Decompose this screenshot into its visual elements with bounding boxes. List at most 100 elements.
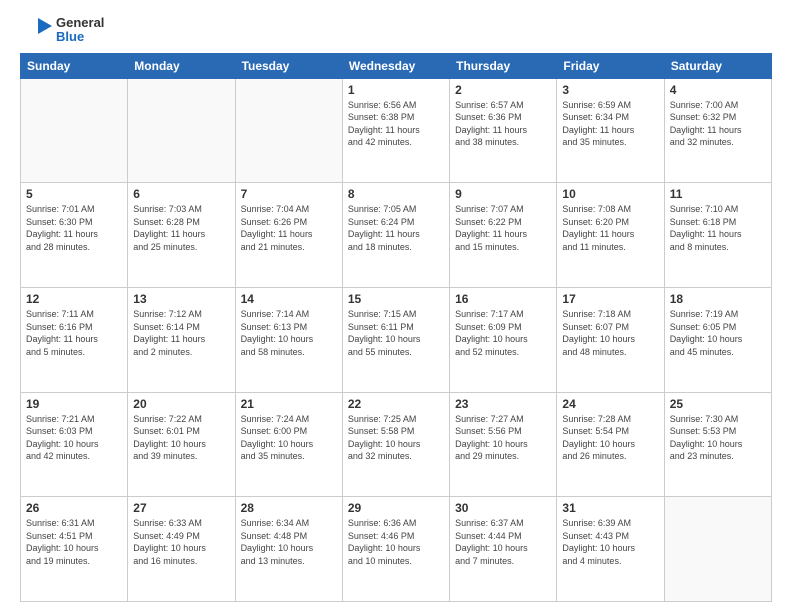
day-number: 12 [26, 292, 122, 306]
week-row-5: 26Sunrise: 6:31 AM Sunset: 4:51 PM Dayli… [21, 497, 772, 602]
day-number: 4 [670, 83, 766, 97]
weekday-header-saturday: Saturday [664, 53, 771, 78]
weekday-header-sunday: Sunday [21, 53, 128, 78]
day-info: Sunrise: 7:28 AM Sunset: 5:54 PM Dayligh… [562, 413, 658, 463]
calendar: SundayMondayTuesdayWednesdayThursdayFrid… [20, 53, 772, 602]
calendar-cell: 19 Sunrise: 7:21 AM Sunset: 6:03 PM Dayli… [21, 392, 128, 497]
calendar-cell: 17 Sunrise: 7:18 AM Sunset: 6:07 PM Dayli… [557, 287, 664, 392]
calendar-cell: 23Sunrise: 7:27 AM Sunset: 5:56 PM Dayli… [450, 392, 557, 497]
page: GeneralBlue SundayMondayTuesdayWednesday… [0, 0, 792, 612]
calendar-cell: 11Sunrise: 7:10 AM Sunset: 6:18 PM Dayli… [664, 183, 771, 288]
day-number: 13 [133, 292, 229, 306]
day-number: 20 [133, 397, 229, 411]
calendar-cell: 16Sunrise: 7:17 AM Sunset: 6:09 PM Dayli… [450, 287, 557, 392]
day-info: Sunrise: 7:24 AM Sunset: 6:00 PM Dayligh… [241, 413, 337, 463]
day-number: 25 [670, 397, 766, 411]
day-number: 8 [348, 187, 444, 201]
day-info: Sunrise: 7:04 AM Sunset: 6:26 PM Dayligh… [241, 203, 337, 253]
day-number: 5 [26, 187, 122, 201]
day-number: 29 [348, 501, 444, 515]
calendar-table: SundayMondayTuesdayWednesdayThursdayFrid… [20, 53, 772, 602]
day-info: Sunrise: 7:18 AM Sunset: 6:07 PM Dayligh… [562, 308, 658, 358]
day-info: Sunrise: 7:10 AM Sunset: 6:18 PM Dayligh… [670, 203, 766, 253]
calendar-cell: 9 Sunrise: 7:07 AM Sunset: 6:22 PM Daylig… [450, 183, 557, 288]
day-info: Sunrise: 6:56 AM Sunset: 6:38 PM Dayligh… [348, 99, 444, 149]
calendar-cell: 3Sunrise: 6:59 AM Sunset: 6:34 PM Daylig… [557, 78, 664, 183]
week-row-4: 19 Sunrise: 7:21 AM Sunset: 6:03 PM Dayli… [21, 392, 772, 497]
calendar-cell [21, 78, 128, 183]
day-info: Sunrise: 6:34 AM Sunset: 4:48 PM Dayligh… [241, 517, 337, 567]
calendar-cell: 24 Sunrise: 7:28 AM Sunset: 5:54 PM Dayli… [557, 392, 664, 497]
logo: GeneralBlue [20, 16, 104, 45]
day-number: 19 [26, 397, 122, 411]
week-row-2: 5Sunrise: 7:01 AM Sunset: 6:30 PM Daylig… [21, 183, 772, 288]
calendar-cell: 5Sunrise: 7:01 AM Sunset: 6:30 PM Daylig… [21, 183, 128, 288]
calendar-cell: 20 Sunrise: 7:22 AM Sunset: 6:01 PM Dayli… [128, 392, 235, 497]
day-number: 1 [348, 83, 444, 97]
day-info: Sunrise: 7:05 AM Sunset: 6:24 PM Dayligh… [348, 203, 444, 253]
logo-blue-text: Blue [56, 30, 104, 44]
weekday-header-monday: Monday [128, 53, 235, 78]
day-number: 17 [562, 292, 658, 306]
day-number: 6 [133, 187, 229, 201]
day-number: 15 [348, 292, 444, 306]
calendar-cell: 7 Sunrise: 7:04 AM Sunset: 6:26 PM Daylig… [235, 183, 342, 288]
day-number: 10 [562, 187, 658, 201]
week-row-1: 1 Sunrise: 6:56 AM Sunset: 6:38 PM Daylig… [21, 78, 772, 183]
day-number: 28 [241, 501, 337, 515]
week-row-3: 12 Sunrise: 7:11 AM Sunset: 6:16 PM Dayli… [21, 287, 772, 392]
calendar-cell: 21Sunrise: 7:24 AM Sunset: 6:00 PM Dayli… [235, 392, 342, 497]
calendar-cell: 26Sunrise: 6:31 AM Sunset: 4:51 PM Dayli… [21, 497, 128, 602]
calendar-cell: 30Sunrise: 6:37 AM Sunset: 4:44 PM Dayli… [450, 497, 557, 602]
day-info: Sunrise: 7:21 AM Sunset: 6:03 PM Dayligh… [26, 413, 122, 463]
logo-general-text: General [56, 16, 104, 30]
calendar-cell: 10Sunrise: 7:08 AM Sunset: 6:20 PM Dayli… [557, 183, 664, 288]
weekday-header-tuesday: Tuesday [235, 53, 342, 78]
calendar-cell: 31Sunrise: 6:39 AM Sunset: 4:43 PM Dayli… [557, 497, 664, 602]
day-number: 24 [562, 397, 658, 411]
calendar-cell: 4 Sunrise: 7:00 AM Sunset: 6:32 PM Daylig… [664, 78, 771, 183]
calendar-cell: 6 Sunrise: 7:03 AM Sunset: 6:28 PM Daylig… [128, 183, 235, 288]
calendar-cell [664, 497, 771, 602]
day-info: Sunrise: 7:30 AM Sunset: 5:53 PM Dayligh… [670, 413, 766, 463]
day-info: Sunrise: 7:03 AM Sunset: 6:28 PM Dayligh… [133, 203, 229, 253]
day-info: Sunrise: 7:11 AM Sunset: 6:16 PM Dayligh… [26, 308, 122, 358]
calendar-cell: 2Sunrise: 6:57 AM Sunset: 6:36 PM Daylig… [450, 78, 557, 183]
weekday-header-wednesday: Wednesday [342, 53, 449, 78]
calendar-cell: 28 Sunrise: 6:34 AM Sunset: 4:48 PM Dayli… [235, 497, 342, 602]
logo-icon [20, 16, 52, 44]
day-number: 3 [562, 83, 658, 97]
day-info: Sunrise: 7:15 AM Sunset: 6:11 PM Dayligh… [348, 308, 444, 358]
header: GeneralBlue [20, 16, 772, 45]
day-info: Sunrise: 6:31 AM Sunset: 4:51 PM Dayligh… [26, 517, 122, 567]
calendar-cell: 15 Sunrise: 7:15 AM Sunset: 6:11 PM Dayli… [342, 287, 449, 392]
calendar-cell: 27 Sunrise: 6:33 AM Sunset: 4:49 PM Dayli… [128, 497, 235, 602]
day-number: 9 [455, 187, 551, 201]
day-number: 16 [455, 292, 551, 306]
day-number: 22 [348, 397, 444, 411]
day-info: Sunrise: 6:36 AM Sunset: 4:46 PM Dayligh… [348, 517, 444, 567]
day-number: 27 [133, 501, 229, 515]
day-number: 2 [455, 83, 551, 97]
calendar-cell: 1 Sunrise: 6:56 AM Sunset: 6:38 PM Daylig… [342, 78, 449, 183]
day-info: Sunrise: 6:33 AM Sunset: 4:49 PM Dayligh… [133, 517, 229, 567]
calendar-cell: 22Sunrise: 7:25 AM Sunset: 5:58 PM Dayli… [342, 392, 449, 497]
calendar-cell: 12 Sunrise: 7:11 AM Sunset: 6:16 PM Dayli… [21, 287, 128, 392]
weekday-header-friday: Friday [557, 53, 664, 78]
day-number: 14 [241, 292, 337, 306]
day-number: 18 [670, 292, 766, 306]
calendar-cell: 18 Sunrise: 7:19 AM Sunset: 6:05 PM Dayli… [664, 287, 771, 392]
day-info: Sunrise: 7:19 AM Sunset: 6:05 PM Dayligh… [670, 308, 766, 358]
day-info: Sunrise: 7:07 AM Sunset: 6:22 PM Dayligh… [455, 203, 551, 253]
day-info: Sunrise: 7:27 AM Sunset: 5:56 PM Dayligh… [455, 413, 551, 463]
day-number: 7 [241, 187, 337, 201]
calendar-cell [128, 78, 235, 183]
weekday-header-thursday: Thursday [450, 53, 557, 78]
calendar-cell [235, 78, 342, 183]
day-info: Sunrise: 6:37 AM Sunset: 4:44 PM Dayligh… [455, 517, 551, 567]
calendar-cell: 8 Sunrise: 7:05 AM Sunset: 6:24 PM Daylig… [342, 183, 449, 288]
day-info: Sunrise: 7:12 AM Sunset: 6:14 PM Dayligh… [133, 308, 229, 358]
calendar-cell: 29 Sunrise: 6:36 AM Sunset: 4:46 PM Dayli… [342, 497, 449, 602]
day-info: Sunrise: 7:22 AM Sunset: 6:01 PM Dayligh… [133, 413, 229, 463]
day-info: Sunrise: 7:00 AM Sunset: 6:32 PM Dayligh… [670, 99, 766, 149]
